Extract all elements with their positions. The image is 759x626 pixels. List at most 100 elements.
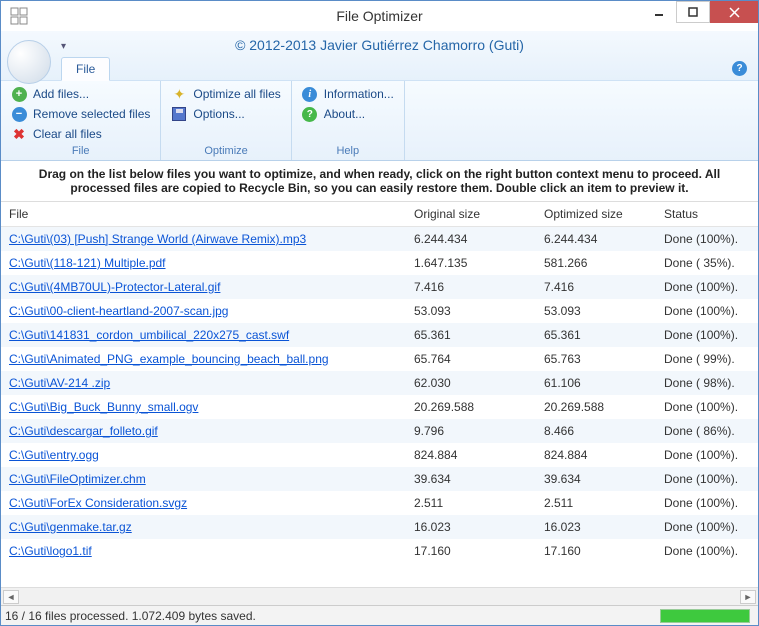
table-row[interactable]: C:\Guti\(03) [Push] Strange World (Airwa… — [1, 227, 758, 251]
table-row[interactable]: C:\Guti\entry.ogg824.884824.884Done (100… — [1, 443, 758, 467]
file-link[interactable]: C:\Guti\ForEx Consideration.svgz — [9, 496, 187, 510]
statusbar: 16 / 16 files processed. 1.072.409 bytes… — [1, 605, 758, 625]
table-row[interactable]: C:\Guti\00-client-heartland-2007-scan.jp… — [1, 299, 758, 323]
scroll-right-icon[interactable]: ► — [740, 590, 756, 604]
status-text: 16 / 16 files processed. 1.072.409 bytes… — [5, 609, 256, 623]
progress-bar — [660, 609, 750, 623]
table-row[interactable]: C:\Guti\Big_Buck_Bunny_small.ogv 20.269.5… — [1, 395, 758, 419]
information-button[interactable]: i Information... — [300, 85, 396, 103]
table-row[interactable]: C:\Guti\(118-121) Multiple.pdf 1.647.1355… — [1, 251, 758, 275]
cell-status: Done (100%). — [656, 443, 758, 467]
file-link[interactable]: C:\Guti\00-client-heartland-2007-scan.jp… — [9, 304, 228, 318]
table-row[interactable]: C:\Guti\141831_cordon_umbilical_220x275_… — [1, 323, 758, 347]
help-icon[interactable]: ? — [732, 60, 748, 76]
quick-access-dropdown-icon[interactable]: ▾ — [61, 41, 66, 52]
close-button[interactable] — [710, 1, 758, 23]
cell-status: Done (100%). — [656, 299, 758, 323]
file-link[interactable]: C:\Guti\141831_cordon_umbilical_220x275_… — [9, 328, 289, 342]
table-row[interactable]: C:\Guti\logo1.tif17.16017.160Done (100%)… — [1, 539, 758, 563]
options-button[interactable]: Options... — [169, 105, 282, 123]
remove-selected-label: Remove selected files — [33, 107, 150, 121]
file-link[interactable]: C:\Guti\(03) [Push] Strange World (Airwa… — [9, 232, 306, 246]
table-row[interactable]: C:\Guti\FileOptimizer.chm39.63439.634Don… — [1, 467, 758, 491]
file-link[interactable]: C:\Guti\FileOptimizer.chm — [9, 472, 146, 486]
cell-status: Done (100%). — [656, 227, 758, 251]
cell-status: Done (100%). — [656, 539, 758, 563]
clear-all-button[interactable]: ✖ Clear all files — [9, 125, 152, 143]
cell-original: 824.884 — [406, 443, 536, 467]
minimize-button[interactable] — [642, 1, 676, 23]
horizontal-scrollbar[interactable]: ◄ ► — [1, 587, 758, 605]
cell-optimized: 581.266 — [536, 251, 656, 275]
group-label-optimize: Optimize — [169, 143, 282, 160]
cell-file: C:\Guti\00-client-heartland-2007-scan.jp… — [1, 299, 406, 323]
file-link[interactable]: C:\Guti\logo1.tif — [9, 544, 92, 558]
cell-optimized: 39.634 — [536, 467, 656, 491]
cell-original: 53.093 — [406, 299, 536, 323]
cell-original: 39.634 — [406, 467, 536, 491]
cell-optimized: 8.466 — [536, 419, 656, 443]
cell-original: 20.269.588 — [406, 395, 536, 419]
cell-original: 62.030 — [406, 371, 536, 395]
cell-optimized: 824.884 — [536, 443, 656, 467]
titlebar: File Optimizer — [1, 1, 758, 31]
cell-file: C:\Guti\AV-214 .zip — [1, 371, 406, 395]
info-icon: i — [302, 86, 318, 102]
cell-file: C:\Guti\(03) [Push] Strange World (Airwa… — [1, 227, 406, 251]
table-row[interactable]: C:\Guti\Animated_PNG_example_bouncing_be… — [1, 347, 758, 371]
cell-file: C:\Guti\genmake.tar.gz — [1, 515, 406, 539]
user-avatar[interactable] — [7, 40, 51, 84]
file-link[interactable]: C:\Guti\(4MB70UL)-Protector-Lateral.gif — [9, 280, 220, 294]
table-row[interactable]: C:\Guti\ForEx Consideration.svgz2.5112.5… — [1, 491, 758, 515]
cell-optimized: 65.763 — [536, 347, 656, 371]
file-link[interactable]: C:\Guti\genmake.tar.gz — [9, 520, 132, 534]
minus-icon: − — [11, 106, 27, 122]
file-link[interactable]: C:\Guti\Big_Buck_Bunny_small.ogv — [9, 400, 198, 414]
cell-file: C:\Guti\ForEx Consideration.svgz — [1, 491, 406, 515]
cell-file: C:\Guti\logo1.tif — [1, 539, 406, 563]
options-label: Options... — [193, 107, 244, 121]
delete-x-icon: ✖ — [11, 126, 27, 142]
scroll-left-icon[interactable]: ◄ — [3, 590, 19, 604]
file-link[interactable]: C:\Guti\entry.ogg — [9, 448, 99, 462]
file-link[interactable]: C:\Guti\Animated_PNG_example_bouncing_be… — [9, 352, 329, 366]
cell-original: 6.244.434 — [406, 227, 536, 251]
table-row[interactable]: C:\Guti\AV-214 .zip62.03061.106Done ( 98… — [1, 371, 758, 395]
cell-status: Done ( 99%). — [656, 347, 758, 371]
group-label-help: Help — [300, 143, 396, 160]
file-link[interactable]: C:\Guti\(118-121) Multiple.pdf — [9, 256, 166, 270]
cell-status: Done (100%). — [656, 275, 758, 299]
cell-status: Done ( 35%). — [656, 251, 758, 275]
table-row[interactable]: C:\Guti\genmake.tar.gz16.02316.023Done (… — [1, 515, 758, 539]
cell-optimized: 53.093 — [536, 299, 656, 323]
cell-status: Done (100%). — [656, 395, 758, 419]
cell-status: Done (100%). — [656, 491, 758, 515]
table-row[interactable]: C:\Guti\(4MB70UL)-Protector-Lateral.gif7… — [1, 275, 758, 299]
cell-original: 1.647.135 — [406, 251, 536, 275]
col-header-optimized[interactable]: Optimized size — [536, 202, 656, 226]
table-body[interactable]: C:\Guti\(03) [Push] Strange World (Airwa… — [1, 227, 758, 587]
col-header-file[interactable]: File — [1, 202, 406, 226]
cell-original: 16.023 — [406, 515, 536, 539]
maximize-button[interactable] — [676, 1, 710, 23]
col-header-status[interactable]: Status — [656, 202, 740, 226]
remove-selected-button[interactable]: − Remove selected files — [9, 105, 152, 123]
ribbon-header: ▾ © 2012-2013 Javier Gutiérrez Chamorro … — [1, 31, 758, 81]
app-icon — [5, 2, 33, 30]
plus-icon: + — [11, 86, 27, 102]
file-link[interactable]: C:\Guti\AV-214 .zip — [9, 376, 110, 390]
table-header: File Original size Optimized size Status — [1, 202, 758, 227]
optimize-all-label: Optimize all files — [193, 87, 280, 101]
file-table: File Original size Optimized size Status… — [1, 202, 758, 605]
file-link[interactable]: C:\Guti\descargar_folleto.gif — [9, 424, 158, 438]
information-label: Information... — [324, 87, 394, 101]
cell-file: C:\Guti\descargar_folleto.gif — [1, 419, 406, 443]
add-files-button[interactable]: + Add files... — [9, 85, 152, 103]
table-row[interactable]: C:\Guti\descargar_folleto.gif9.7968.466D… — [1, 419, 758, 443]
about-button[interactable]: ? About... — [300, 105, 396, 123]
col-header-original[interactable]: Original size — [406, 202, 536, 226]
cell-optimized: 65.361 — [536, 323, 656, 347]
cell-file: C:\Guti\Animated_PNG_example_bouncing_be… — [1, 347, 406, 371]
tab-file[interactable]: File — [61, 57, 110, 81]
optimize-all-button[interactable]: ✦ Optimize all files — [169, 85, 282, 103]
